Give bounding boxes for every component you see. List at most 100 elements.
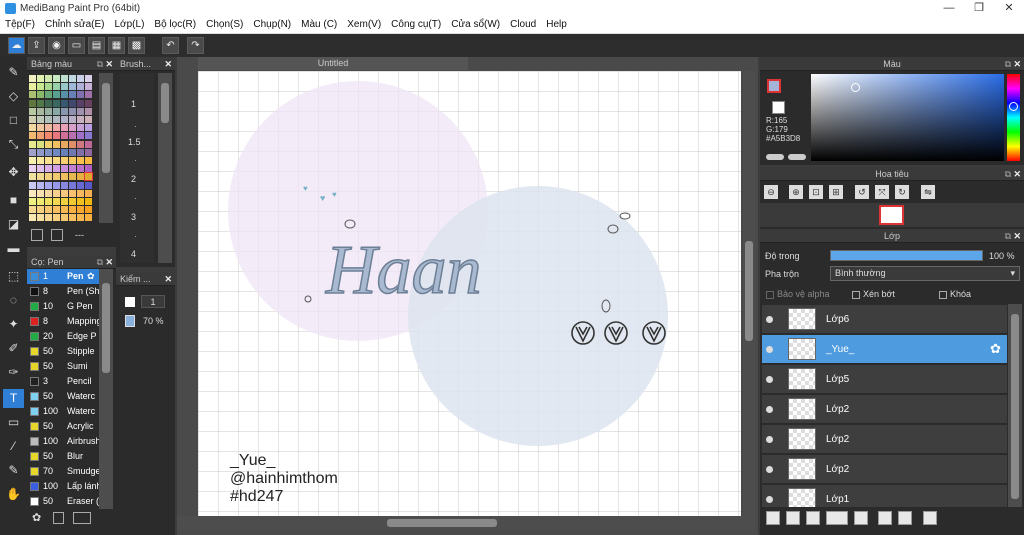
- palette-swatch[interactable]: [29, 214, 36, 222]
- color-close-icon[interactable]: ✕: [1013, 57, 1021, 71]
- palette-swatch[interactable]: [53, 75, 60, 82]
- palette-swatch[interactable]: [45, 173, 52, 181]
- rotate-right-icon[interactable]: ↻: [895, 185, 909, 199]
- palette-swatch[interactable]: [69, 75, 76, 82]
- palette-swatch[interactable]: [85, 214, 92, 222]
- document-icon[interactable]: ▤: [88, 37, 105, 54]
- new-halftone-layer-icon[interactable]: [786, 511, 800, 525]
- menu-color[interactable]: Màu (C): [296, 17, 342, 33]
- palette-swatch[interactable]: [53, 173, 60, 181]
- palette-swatch[interactable]: [77, 91, 84, 99]
- palette-swatch[interactable]: [61, 140, 68, 148]
- palette-swatch[interactable]: [37, 198, 44, 205]
- add-layer-menu-icon[interactable]: [826, 511, 848, 525]
- rectangle-tool-icon[interactable]: □: [3, 111, 24, 130]
- brush-scrollbar[interactable]: [99, 269, 113, 509]
- palette-swatch[interactable]: [85, 116, 92, 123]
- palette-swatch[interactable]: [77, 173, 84, 181]
- palette-swatch[interactable]: [61, 132, 68, 140]
- palette-swatch[interactable]: [53, 107, 60, 115]
- palette-swatch[interactable]: [85, 181, 92, 189]
- actual-size-icon[interactable]: ⊞: [829, 185, 843, 199]
- brush-size-1[interactable]: 1: [131, 99, 136, 109]
- delete-palette-icon[interactable]: [51, 229, 63, 241]
- hue-slider[interactable]: [1007, 74, 1020, 161]
- palette-swatch[interactable]: [85, 132, 92, 140]
- palette-swatch[interactable]: [77, 116, 84, 123]
- layer-visibility-icon[interactable]: [766, 406, 773, 413]
- canvas-vertical-scrollbar[interactable]: [743, 71, 755, 516]
- palette-swatch[interactable]: [77, 206, 84, 214]
- palette-swatch[interactable]: [69, 148, 76, 156]
- palette-swatch[interactable]: [84, 172, 93, 182]
- menu-cloud[interactable]: Cloud: [505, 17, 541, 33]
- operation-tool-icon[interactable]: ▭: [3, 413, 24, 432]
- brush-item[interactable]: 20 Edge P: [27, 329, 99, 344]
- palette-swatch[interactable]: [45, 148, 52, 156]
- detach-icon[interactable]: ⧉: [1005, 57, 1011, 71]
- palette-swatch[interactable]: [37, 140, 44, 148]
- brush-size-4[interactable]: 4: [131, 249, 136, 259]
- dot-tool-icon[interactable]: ⤡: [3, 135, 24, 154]
- palette-swatch[interactable]: [85, 140, 92, 148]
- protect-alpha-checkbox[interactable]: Bảo vệ alpha: [766, 289, 830, 299]
- palette-swatch[interactable]: [61, 116, 68, 123]
- text-tool-icon[interactable]: T: [3, 389, 24, 408]
- palette-swatch[interactable]: [29, 116, 36, 123]
- palette-swatch[interactable]: [69, 189, 76, 197]
- palette-swatch[interactable]: [69, 181, 76, 189]
- palette-swatch[interactable]: [29, 132, 36, 140]
- layer-row[interactable]: Lớp6: [762, 305, 1007, 334]
- palette-swatch[interactable]: [29, 99, 36, 107]
- palette-swatch[interactable]: [69, 124, 76, 132]
- brush-size-3[interactable]: 3: [131, 212, 136, 222]
- palette-swatch[interactable]: [61, 165, 68, 173]
- palette-swatch[interactable]: [29, 165, 36, 173]
- palette-swatch[interactable]: [45, 107, 52, 115]
- divide-tool-icon[interactable]: ✎: [3, 461, 24, 480]
- palette-swatch[interactable]: [77, 198, 84, 205]
- layer-close-icon[interactable]: ✕: [1013, 229, 1021, 243]
- palette-swatch[interactable]: [69, 214, 76, 222]
- layer-row[interactable]: Lớp2: [762, 395, 1007, 424]
- canvas-tab[interactable]: Untitled: [198, 57, 468, 70]
- menu-select[interactable]: Chọn(S): [201, 17, 248, 33]
- menu-tools[interactable]: Công cụ(T): [386, 17, 446, 33]
- brush-size-1-5[interactable]: 1.5: [128, 137, 141, 147]
- palette-swatch[interactable]: [61, 181, 68, 189]
- palette-swatch[interactable]: [53, 99, 60, 107]
- layer-visibility-icon[interactable]: [766, 466, 773, 473]
- palette-swatch[interactable]: [37, 173, 44, 181]
- zoom-out-icon[interactable]: ⊖: [764, 185, 778, 199]
- palette-swatch[interactable]: [85, 157, 92, 164]
- palette-swatch[interactable]: [45, 189, 52, 197]
- brush-item[interactable]: 100 Lấp lánh: [27, 479, 99, 494]
- palette-swatch[interactable]: [53, 116, 60, 123]
- brush-item[interactable]: 50 Stipple: [27, 344, 99, 359]
- layer-visibility-icon[interactable]: [766, 376, 773, 383]
- select-tool-icon[interactable]: ⬚: [3, 267, 24, 286]
- palette-swatch[interactable]: [29, 91, 36, 99]
- hue-handle[interactable]: [1009, 102, 1018, 111]
- palette-swatch[interactable]: [53, 198, 60, 205]
- layer-visibility-icon[interactable]: [766, 436, 773, 443]
- foreground-color-swatch[interactable]: [767, 79, 781, 93]
- brush-item[interactable]: 8 Mapping: [27, 314, 99, 329]
- palette-swatch[interactable]: [29, 148, 36, 156]
- blend-mode-select[interactable]: Bình thường ▾: [830, 266, 1020, 281]
- brush-item[interactable]: 100 Waterc: [27, 404, 99, 419]
- palette-swatch[interactable]: [37, 83, 44, 91]
- palette-swatch[interactable]: [69, 132, 76, 140]
- palette-swatch[interactable]: [69, 140, 76, 148]
- palette-swatch[interactable]: [61, 75, 68, 82]
- palette-swatch[interactable]: [29, 173, 36, 181]
- layer-visibility-icon[interactable]: [766, 316, 773, 323]
- palette-swatch[interactable]: [29, 206, 36, 214]
- navigator-close-icon[interactable]: ✕: [1013, 167, 1021, 181]
- palette-swatch[interactable]: [29, 157, 36, 164]
- palette-swatch[interactable]: [85, 124, 92, 132]
- check-close-icon[interactable]: ✕: [164, 272, 172, 286]
- palette-swatch[interactable]: [45, 198, 52, 205]
- detach-icon[interactable]: ⧉: [1005, 229, 1011, 243]
- new-palette-icon[interactable]: [31, 229, 43, 241]
